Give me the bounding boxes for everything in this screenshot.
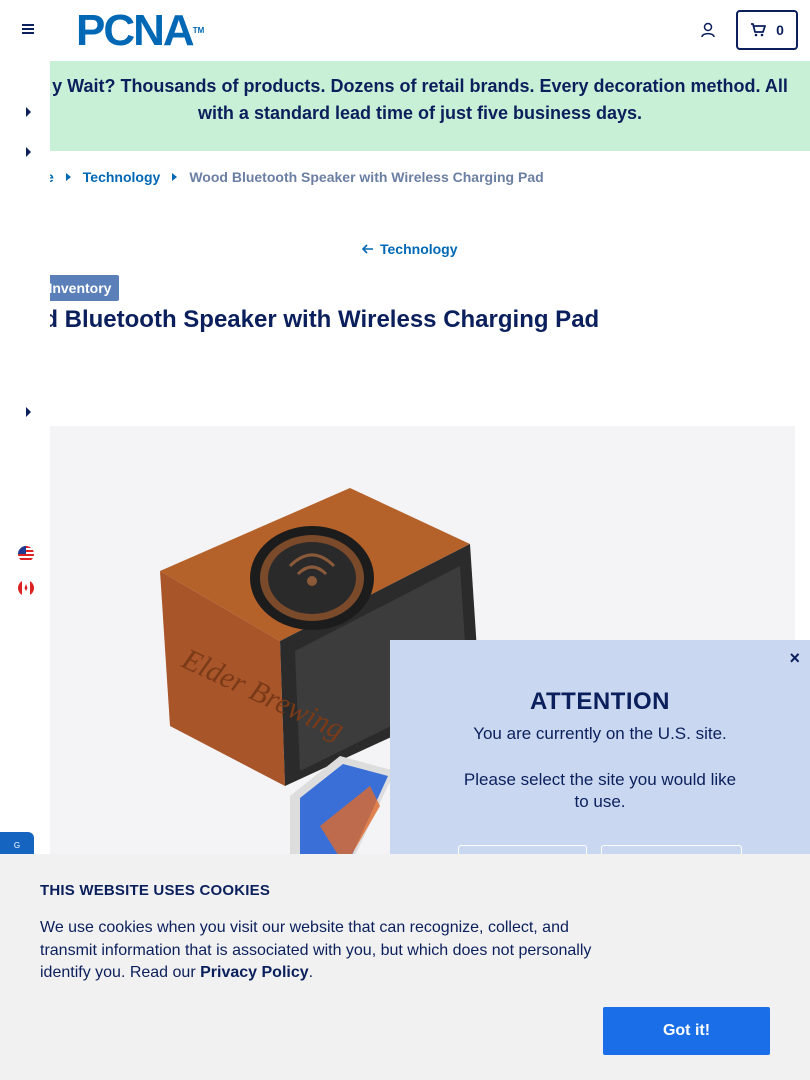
logo-tm: TM	[192, 26, 205, 35]
caret-right-icon	[65, 173, 71, 181]
logo-text: PCNA	[76, 6, 195, 55]
cart-button[interactable]: 0	[736, 10, 798, 50]
pcna-logo[interactable]: PCNATM	[76, 9, 205, 53]
us-flag-icon[interactable]	[18, 546, 34, 562]
cookie-body: We use cookies when you visit our websit…	[40, 919, 592, 981]
attention-message: You are currently on the U.S. site.	[473, 724, 727, 743]
cookie-banner: THIS WEBSITE USES COOKIES We use cookies…	[0, 854, 810, 1080]
got-it-button[interactable]: Got it!	[603, 1007, 770, 1055]
cart-count: 0	[776, 22, 784, 38]
back-link[interactable]: Technology	[362, 241, 458, 257]
promo-banner: y Wait? Thousands of products. Dozens of…	[0, 61, 810, 151]
site-selection-modal: × ATTENTION You are currently on the U.S…	[390, 640, 810, 885]
arrow-left-icon	[362, 244, 373, 254]
breadcrumb-current: Wood Bluetooth Speaker with Wireless Cha…	[189, 169, 544, 185]
attention-title: ATTENTION	[529, 688, 671, 715]
cart-icon	[751, 23, 766, 37]
cookie-period: .	[308, 964, 314, 981]
site-header: PCNATM 0	[0, 0, 810, 61]
attention-prompt: Please select the site you would like to…	[463, 770, 737, 811]
back-link-label: Technology	[380, 241, 458, 257]
breadcrumb: e Technology Wood Bluetooth Speaker with…	[46, 169, 544, 185]
product-title: ood Bluetooth Speaker with Wireless Char…	[14, 306, 600, 333]
caret-right-icon[interactable]	[26, 407, 31, 417]
ca-flag-icon[interactable]	[18, 580, 34, 596]
close-icon[interactable]: ×	[789, 648, 800, 669]
menu-icon[interactable]	[22, 24, 34, 34]
promo-text: y Wait? Thousands of products. Dozens of…	[52, 76, 788, 123]
caret-right-icon	[172, 173, 178, 181]
privacy-policy-link[interactable]: Privacy Policy	[200, 964, 309, 981]
breadcrumb-technology[interactable]: Technology	[83, 169, 161, 185]
caret-right-icon[interactable]	[26, 147, 31, 157]
user-icon[interactable]	[700, 22, 716, 38]
caret-right-icon[interactable]	[26, 107, 31, 117]
cookie-title: THIS WEBSITE USES COOKIES	[40, 882, 271, 899]
cookie-text: We use cookies when you visit our websit…	[40, 917, 610, 985]
